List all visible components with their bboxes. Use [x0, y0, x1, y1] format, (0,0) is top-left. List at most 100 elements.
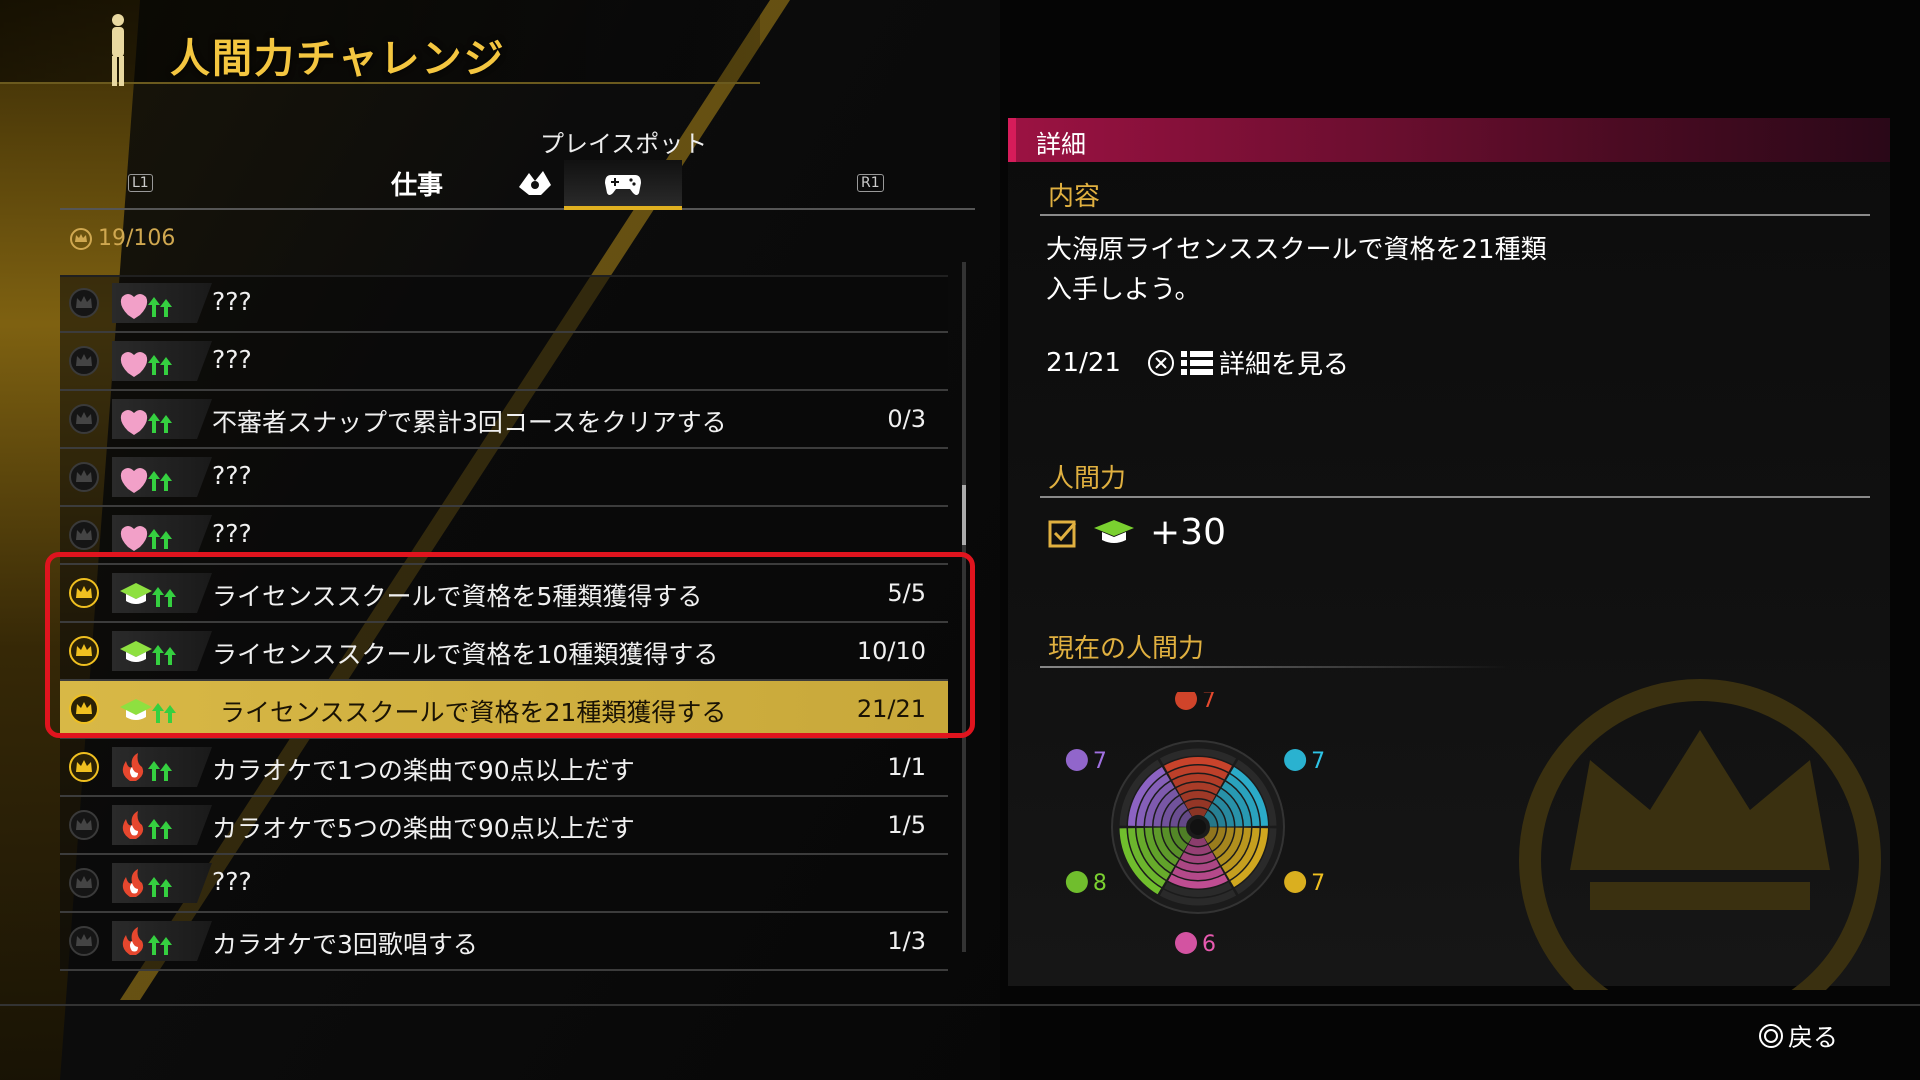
detail-header: 詳細 — [1008, 118, 1890, 162]
list-item-label: カラオケで1つの楽曲で90点以上だす — [212, 756, 635, 785]
tab-bar: L1 仕事 R1 — [60, 160, 975, 210]
list-item[interactable]: ライセンススクールで資格を21種類獲得する 21/21 — [60, 681, 948, 739]
list-item-partial — [60, 249, 948, 277]
challenge-description: 大海原ライセンススクールで資格を21種類 入手しよう。 — [1046, 235, 1547, 305]
heart-category-icon — [120, 410, 172, 435]
header-bar: 人間力チャレンジ — [0, 0, 760, 86]
scrollbar-thumb[interactable] — [962, 485, 966, 545]
crown-icon — [69, 462, 99, 492]
circle-button-icon — [1759, 1024, 1783, 1048]
category-label: プレイスポット — [540, 130, 708, 158]
flame-category-icon — [122, 753, 172, 781]
completion-counter: 19/106 — [70, 226, 175, 251]
list-item-label: ??? — [212, 519, 252, 548]
list-item[interactable]: カラオケで3回歌唱する 1/3 — [60, 913, 948, 971]
reward-row: +30 — [1048, 512, 1226, 553]
heart-category-icon — [120, 352, 172, 377]
list-item-label: ??? — [212, 345, 252, 374]
list-item-label: カラオケで3回歌唱する — [212, 930, 478, 959]
list-item-label: ??? — [212, 461, 252, 490]
counter-value: 19/106 — [98, 226, 176, 251]
heart-category-icon — [120, 468, 172, 493]
list-item-label: ライセンススクールで資格を10種類獲得する — [212, 640, 719, 669]
divider — [1040, 496, 1870, 498]
flame-category-icon — [122, 811, 172, 839]
passion-icon — [1175, 692, 1197, 710]
list-item-label: ライセンススクールで資格を5種類獲得する — [212, 582, 703, 611]
crown-icon — [69, 404, 99, 434]
kindness-icon — [1175, 932, 1197, 954]
l1-hint[interactable]: L1 — [128, 174, 153, 192]
list-item[interactable]: ??? — [60, 507, 948, 565]
list-item-progress: 10/10 — [856, 637, 926, 665]
kindness-value: 6 — [1202, 932, 1216, 957]
cross-button-icon — [1147, 349, 1174, 376]
fight-icon — [519, 171, 551, 195]
r1-hint[interactable]: R1 — [857, 174, 884, 192]
current-power-title: 現在の人間力 — [1048, 634, 1205, 664]
cap-category-icon — [120, 583, 176, 607]
wheel-hub — [1190, 819, 1206, 835]
crown-icon — [69, 926, 99, 956]
crown-icon — [69, 810, 99, 840]
challenge-list: ?????? 不審者スナップで累計3回コースをクリアする 0/3?????? ライセン… — [60, 275, 948, 971]
mortarboard-icon — [1094, 519, 1134, 543]
view-details-label: 詳細を見る — [1218, 350, 1349, 380]
detail-header-label: 詳細 — [1036, 130, 1087, 159]
charm-icon — [1284, 871, 1307, 893]
detail-progress: 21/21 — [1046, 347, 1121, 378]
gamepad-icon — [605, 175, 641, 195]
list-item-progress: 0/3 — [887, 405, 926, 433]
scrollbar-track[interactable] — [962, 262, 966, 952]
crown-icon — [69, 346, 99, 376]
crown-icon — [69, 694, 99, 724]
back-label: 戻る — [1788, 1023, 1839, 1052]
back-button[interactable]: 戻る — [1758, 1018, 1838, 1054]
crown-icon — [69, 752, 99, 782]
list-item[interactable]: ??? — [60, 275, 948, 333]
view-details-button[interactable]: 詳細を見る — [1147, 344, 1349, 381]
list-item[interactable]: ライセンススクールで資格を5種類獲得する 5/5 — [60, 565, 948, 623]
list-item-progress: 1/1 — [887, 753, 926, 781]
list-item-label: ??? — [212, 867, 252, 896]
content-title: 内容 — [1048, 182, 1101, 212]
list-item[interactable]: ??? — [60, 449, 948, 507]
crown-icon — [69, 868, 99, 898]
list-item[interactable]: ライセンススクールで資格を10種類獲得する 10/10 — [60, 623, 948, 681]
knowledge-icon — [1065, 871, 1088, 893]
flame-category-icon — [122, 927, 172, 955]
knowledge-value: 8 — [1093, 871, 1107, 896]
tab-work[interactable]: 仕事 — [358, 160, 476, 206]
divider — [1040, 666, 1510, 668]
work-icon: 仕事 — [390, 170, 443, 201]
flame-category-icon — [122, 869, 172, 897]
crown-watermark — [1519, 679, 1881, 990]
style-value: 7 — [1093, 749, 1107, 774]
crown-icon — [69, 636, 99, 666]
list-item-label: ??? — [212, 287, 252, 316]
crown-icon — [69, 578, 99, 608]
detail-progress-line: 21/21 詳細を見る — [1046, 344, 1349, 381]
list-item[interactable]: 不審者スナップで累計3回コースをクリアする 0/3 — [60, 391, 948, 449]
crown-icon — [70, 227, 92, 250]
charm-value: 7 — [1311, 871, 1325, 896]
list-item[interactable]: ??? — [60, 855, 948, 913]
person-icon — [112, 14, 124, 86]
style-icon — [1065, 749, 1088, 771]
divider — [1040, 214, 1870, 216]
list-item-label: カラオケで5つの楽曲で90点以上だす — [212, 814, 635, 843]
list-item-progress: 1/3 — [887, 927, 926, 955]
reward-value: +30 — [1150, 512, 1226, 553]
list-icon — [1180, 350, 1213, 375]
list-item[interactable]: ??? — [60, 333, 948, 391]
crown-icon — [69, 288, 99, 318]
page-title: 人間力チャレンジ — [170, 36, 506, 82]
list-item[interactable]: カラオケで5つの楽曲で90点以上だす 1/5 — [60, 797, 948, 855]
checkbox-icon — [1048, 520, 1077, 547]
intellect-value: 7 — [1311, 749, 1325, 774]
tab-playspot[interactable] — [564, 160, 682, 210]
cap-category-icon — [120, 641, 176, 665]
list-item-progress: 1/5 — [887, 811, 926, 839]
list-item[interactable]: カラオケで1つの楽曲で90点以上だす 1/1 — [60, 739, 948, 797]
footer-divider — [0, 1004, 1920, 1006]
